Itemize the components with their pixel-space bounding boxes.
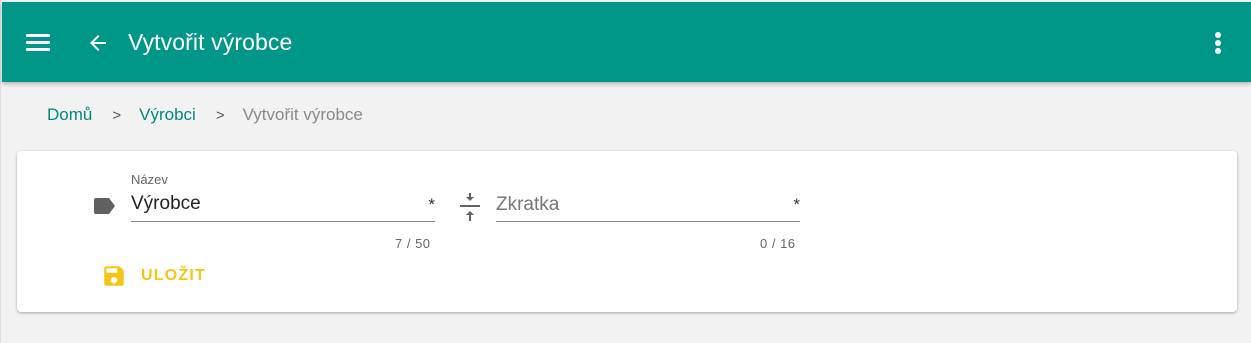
name-field-value[interactable]: Výrobce [131, 193, 201, 215]
abbreviation-field[interactable]: Zkratka * [496, 190, 800, 222]
breadcrumb: Domů > Výrobci > Vytvořit výrobce [47, 105, 363, 125]
compress-icon [459, 191, 481, 223]
save-button[interactable]: ULOŽIT [101, 261, 206, 291]
breadcrumb-current: Vytvořit výrobce [242, 105, 363, 124]
save-button-label: ULOŽIT [141, 267, 206, 284]
label-icon [93, 196, 117, 216]
menu-icon[interactable] [26, 32, 50, 52]
arrow-back-icon[interactable] [86, 31, 110, 55]
required-marker: * [793, 195, 800, 214]
name-field-label: Název [131, 172, 168, 187]
abbreviation-field-counter: 0 / 16 [760, 236, 796, 251]
form-card: Název Výrobce * 7 / 50 Zkratka * 0 / 16 … [17, 151, 1237, 312]
save-icon [104, 266, 124, 286]
app-bar: Vytvořit výrobce [2, 2, 1251, 82]
name-field[interactable]: Výrobce * [131, 190, 435, 222]
name-field-counter: 7 / 50 [395, 236, 431, 251]
breadcrumb-home[interactable]: Domů [47, 105, 92, 125]
breadcrumb-manufacturers[interactable]: Výrobci [139, 105, 196, 125]
required-marker: * [428, 195, 435, 214]
breadcrumb-separator: > [215, 106, 225, 124]
page: Vytvořit výrobce Domů > Výrobci > Vytvoř… [0, 0, 1251, 343]
page-title: Vytvořit výrobce [128, 29, 293, 55]
breadcrumb-separator: > [112, 106, 122, 124]
more-vert-icon[interactable] [1214, 32, 1222, 54]
abbreviation-field-placeholder[interactable]: Zkratka [496, 194, 559, 216]
